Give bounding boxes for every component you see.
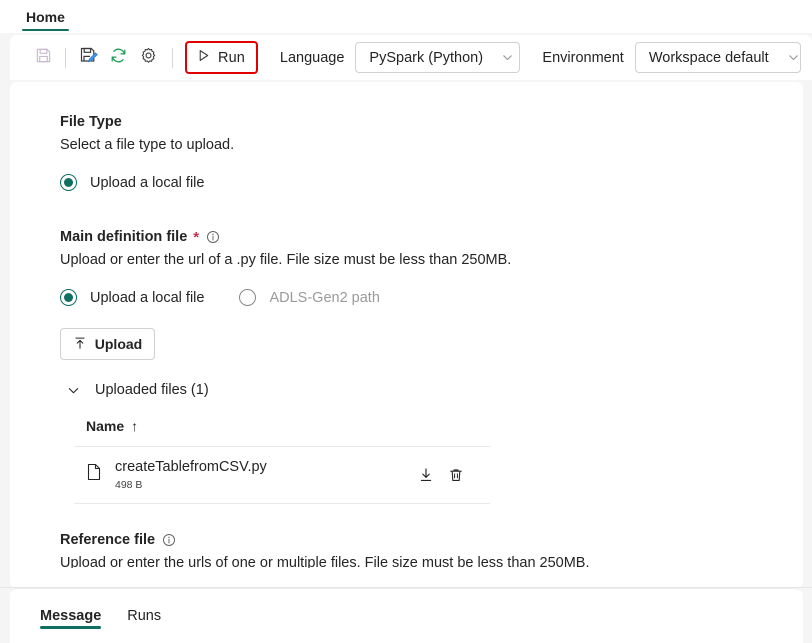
uploaded-files-toggle[interactable]: Uploaded files (1) [60, 382, 803, 398]
file-type-description: Select a file type to upload. [60, 137, 235, 153]
ribbon-tab-strip: Home [0, 0, 812, 33]
radio-selected-icon [60, 174, 77, 191]
toolbar-divider-2 [172, 47, 173, 68]
toolbar-divider-1 [65, 47, 66, 68]
bottom-tab-runs[interactable]: Runs [127, 589, 161, 643]
environment-dropdown[interactable]: Workspace default [634, 42, 801, 73]
sort-ascending-icon: ↑ [131, 418, 139, 434]
chevron-down-icon [66, 383, 81, 398]
main-definition-file-radio-group: Upload a local file ADLS-Gen2 path [60, 289, 803, 306]
reference-file-description: Upload or enter the urls of one or multi… [60, 554, 590, 568]
save-as-button[interactable] [73, 43, 103, 73]
bottom-tab-runs-label: Runs [127, 608, 162, 624]
uploaded-files-label: Uploaded files (1) [95, 382, 209, 398]
reference-file-title: Reference file [60, 532, 803, 548]
file-icon [86, 463, 102, 486]
reference-file-section: Reference file Upload or enter the urls … [60, 532, 803, 568]
radio-unselected-icon [239, 289, 257, 306]
info-icon[interactable] [162, 533, 176, 547]
radio-main-upload-local-label: Upload a local file [90, 289, 205, 306]
main-content-panel: File Type Select a file type to upload. … [10, 82, 803, 588]
play-icon [196, 48, 211, 68]
radio-file-type-upload-local-label: Upload a local file [90, 174, 205, 191]
uploaded-files-table: Name ↑ createTablefromCSV.py 498 B [74, 418, 490, 504]
file-size: 498 B [115, 478, 143, 491]
language-label: Language [279, 49, 345, 66]
language-dropdown-value: PySpark (Python) [369, 49, 484, 66]
main-definition-file-title: Main definition file * [60, 229, 803, 245]
settings-button[interactable] [133, 43, 163, 73]
required-asterisk: * [193, 228, 200, 246]
file-type-radio-group: Upload a local file [60, 174, 803, 191]
reference-file-description-clip: Upload or enter the urls of one or multi… [60, 555, 803, 568]
delete-icon[interactable] [448, 467, 464, 483]
language-dropdown[interactable]: PySpark (Python) [355, 42, 521, 73]
upload-arrow-icon [73, 336, 87, 353]
run-button-label: Run [218, 49, 245, 66]
settings-gear-icon [139, 46, 158, 70]
radio-selected-icon [60, 289, 77, 306]
save-icon [34, 46, 53, 70]
save-button[interactable] [28, 43, 58, 73]
file-name: createTablefromCSV.py [115, 459, 267, 475]
radio-main-adls-gen2-path-label: ADLS-Gen2 path [269, 289, 380, 306]
radio-file-type-upload-local[interactable]: Upload a local file [60, 174, 204, 191]
environment-label: Environment [542, 49, 624, 66]
file-type-section: File Type Select a file type to upload. … [60, 114, 803, 191]
bottom-tab-message-label: Message [40, 608, 102, 624]
bottom-panel: Message Runs [10, 588, 803, 643]
bottom-tab-strip: Message Runs [10, 589, 803, 643]
refresh-button[interactable] [103, 43, 133, 73]
main-definition-file-section: Main definition file * Upload or enter t… [60, 229, 803, 504]
upload-button-label: Upload [94, 336, 143, 352]
ribbon-tab-home[interactable]: Home [22, 0, 69, 33]
file-type-title: File Type [60, 114, 122, 130]
bottom-tab-message[interactable]: Message [40, 589, 102, 643]
refresh-icon [109, 46, 128, 70]
chevron-down-icon [787, 51, 800, 64]
info-icon[interactable] [206, 230, 220, 244]
chevron-down-icon [501, 51, 514, 64]
upload-button[interactable]: Upload [60, 328, 155, 360]
save-as-icon [78, 45, 98, 70]
table-header-row: Name ↑ [74, 418, 490, 447]
app-root: Home Run Language PySpark (Python) Envir… [0, 0, 812, 643]
file-meta: createTablefromCSV.py 498 B [115, 459, 267, 491]
column-header-name[interactable]: Name ↑ [86, 418, 138, 434]
radio-main-adls-gen2-path[interactable]: ADLS-Gen2 path [239, 289, 380, 306]
row-actions [418, 467, 490, 483]
run-button[interactable]: Run [185, 41, 258, 74]
table-row[interactable]: createTablefromCSV.py 498 B [74, 447, 490, 504]
toolbar: Run Language PySpark (Python) Environmen… [10, 35, 812, 80]
download-icon[interactable] [418, 467, 434, 483]
environment-dropdown-value: Workspace default [648, 49, 769, 66]
radio-main-upload-local[interactable]: Upload a local file [60, 289, 204, 306]
main-definition-file-description: Upload or enter the url of a .py file. F… [60, 252, 512, 268]
ribbon-tab-home-label: Home [26, 8, 65, 25]
